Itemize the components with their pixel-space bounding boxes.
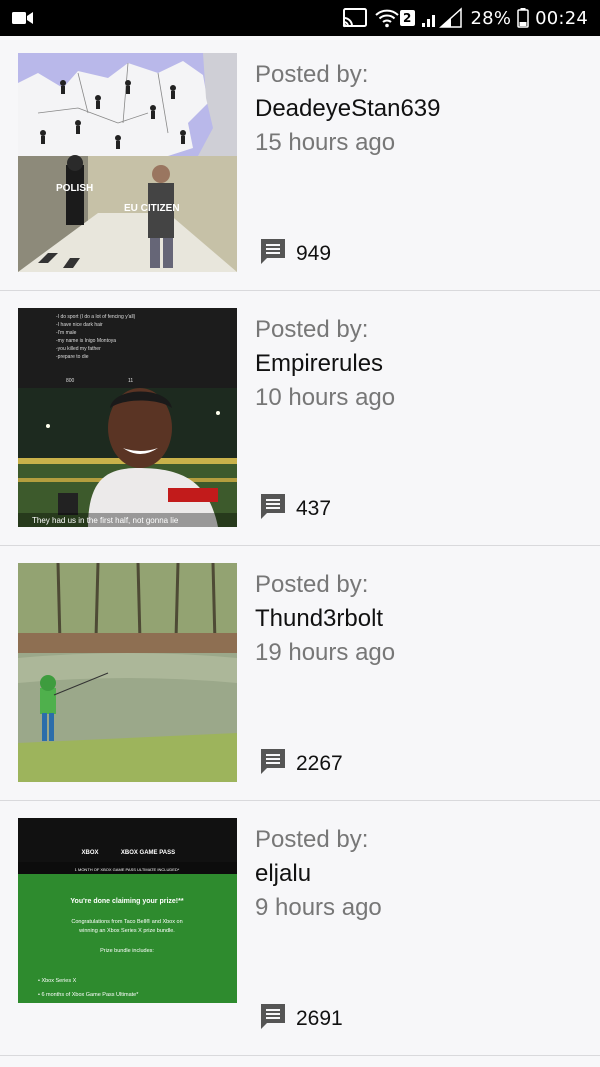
- comments-button[interactable]: 437: [258, 491, 331, 526]
- thumb-caption: -I'm male: [56, 330, 77, 336]
- thumb-caption: EU CITIZEN: [124, 203, 180, 214]
- post-item[interactable]: POLISH EU CITIZEN Posted by: DeadeyeStan…: [0, 36, 600, 291]
- comment-icon: [258, 491, 288, 526]
- comment-count: 2691: [296, 1006, 343, 1030]
- thumb-caption: 1 MONTH OF XBOX GAME PASS ULTIMATE INCLU…: [75, 867, 180, 872]
- thumb-caption: Congratulations from Taco Bell® and Xbox…: [71, 918, 182, 925]
- post-item[interactable]: XBOX XBOX GAME PASS 1 MONTH OF XBOX GAME…: [0, 801, 600, 1056]
- video-camera-icon: [12, 10, 34, 31]
- comments-button[interactable]: 949: [258, 236, 331, 271]
- thumb-caption: You're done claiming your prize!**: [70, 898, 183, 905]
- post-author[interactable]: DeadeyeStan639: [255, 92, 600, 126]
- post-thumbnail[interactable]: [18, 563, 237, 782]
- clock: 00:24: [535, 7, 588, 29]
- thumb-caption: POLISH: [56, 183, 93, 194]
- post-thumbnail[interactable]: -I do sport (I do a lot of fencing y'all…: [18, 308, 237, 527]
- comment-icon: [258, 236, 288, 271]
- post-author[interactable]: eljalu: [255, 857, 600, 891]
- thumb-caption: -prepare to die: [56, 354, 89, 360]
- comment-icon: [258, 746, 288, 781]
- comment-icon: [258, 1001, 288, 1036]
- thumb-caption: -you killed my father: [56, 346, 101, 352]
- sim-badge: 2: [399, 10, 415, 26]
- thumb-caption: -I have nice dark hair: [56, 322, 103, 328]
- post-item[interactable]: -I do sport (I do a lot of fencing y'all…: [0, 291, 600, 546]
- thumb-caption: XBOX GAME PASS: [121, 850, 175, 856]
- thumb-caption: • 6 months of Xbox Game Pass Ultimate*: [38, 992, 139, 998]
- thumb-caption: 800: [66, 378, 75, 384]
- post-author[interactable]: Empirerules: [255, 347, 600, 381]
- post-author[interactable]: Thund3rbolt: [255, 602, 600, 636]
- thumb-caption: -my name is Inigo Montoya: [56, 338, 116, 344]
- signal-icon: [421, 7, 465, 29]
- cast-icon: [342, 7, 368, 29]
- post-time: 15 hours ago: [255, 129, 396, 156]
- thumb-caption: winning an Xbox Series X prize bundle.: [78, 928, 175, 934]
- comment-count: 437: [296, 496, 332, 520]
- comment-count: 949: [296, 241, 332, 265]
- thumb-caption: -I do sport (I do a lot of fencing y'all…: [56, 314, 136, 320]
- post-time: 10 hours ago: [255, 384, 396, 411]
- battery-percent: 28%: [470, 7, 512, 29]
- thumb-caption: XBOX: [81, 850, 98, 856]
- comments-button[interactable]: 2267: [258, 746, 343, 781]
- thumb-caption: 11: [128, 378, 133, 384]
- post-feed: POLISH EU CITIZEN Posted by: DeadeyeStan…: [0, 36, 600, 1056]
- post-thumbnail[interactable]: XBOX XBOX GAME PASS 1 MONTH OF XBOX GAME…: [18, 818, 237, 1037]
- thumb-caption: Prize bundle includes:: [100, 948, 154, 954]
- posted-by-label: Posted by:: [255, 61, 369, 88]
- battery-icon: [517, 8, 529, 28]
- post-time: 19 hours ago: [255, 639, 396, 666]
- thumb-caption: • Xbox Series X: [38, 978, 77, 984]
- comments-button[interactable]: 2691: [258, 1001, 343, 1036]
- posted-by-label: Posted by:: [255, 571, 369, 598]
- status-bar: 2 28% 00:24: [0, 0, 600, 36]
- post-time: 9 hours ago: [255, 894, 382, 921]
- posted-by-label: Posted by:: [255, 826, 369, 853]
- post-thumbnail[interactable]: POLISH EU CITIZEN: [18, 53, 237, 272]
- thumb-caption: They had us in the first half, not gonna…: [32, 516, 179, 525]
- posted-by-label: Posted by:: [255, 316, 369, 343]
- wifi-icon: [374, 7, 400, 29]
- post-item[interactable]: Posted by: Thund3rbolt 19 hours ago 2267: [0, 546, 600, 801]
- comment-count: 2267: [296, 751, 343, 775]
